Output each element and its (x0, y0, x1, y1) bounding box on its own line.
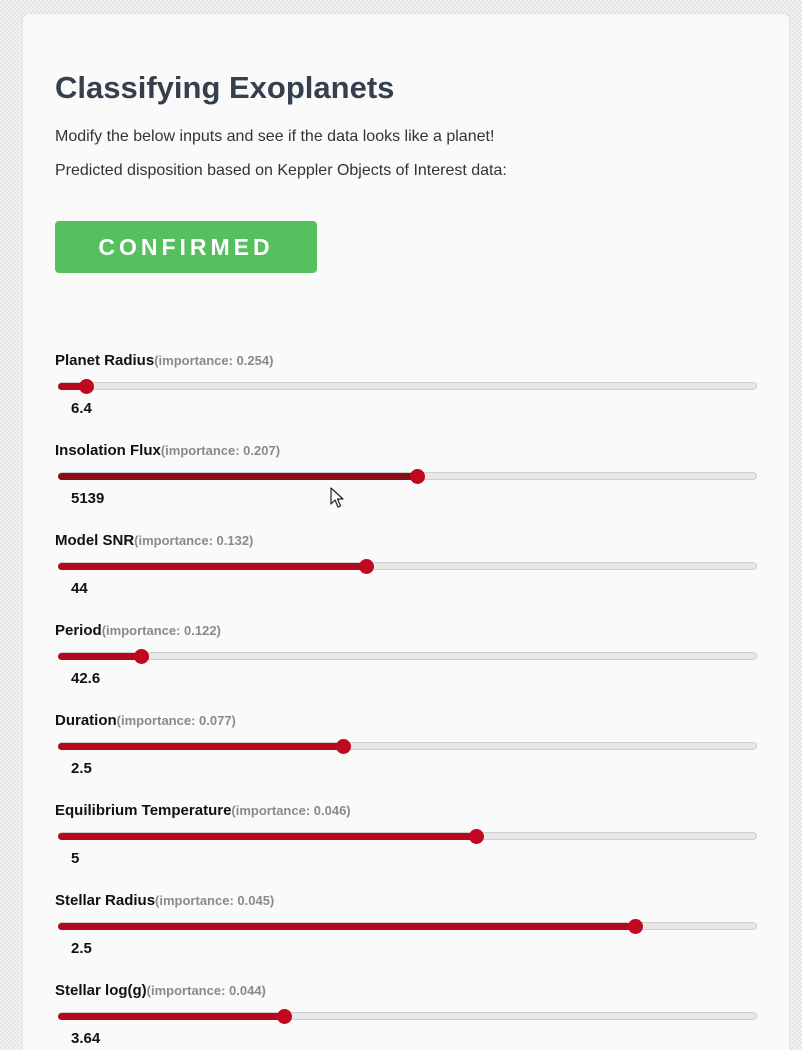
slider-value: 2.5 (71, 760, 92, 777)
slider-value: 2.5 (71, 940, 92, 957)
slider-fill (58, 833, 476, 840)
slider-field-equilibrium-temperature: Equilibrium Temperature(importance: 0.04… (55, 802, 759, 867)
slider-label: Planet Radius(importance: 0.254) (55, 352, 273, 369)
importance-text: (importance: 0.254) (154, 353, 274, 368)
slider-track[interactable] (58, 382, 757, 390)
importance-text: (importance: 0.132) (134, 533, 254, 548)
slider-fill (58, 653, 142, 660)
slider-label: Model SNR(importance: 0.132) (55, 532, 253, 549)
mouse-pointer-icon (330, 487, 344, 508)
slider-label-text: Insolation Flux (55, 442, 161, 459)
slider-field-period: Period(importance: 0.122) 42.6 (55, 622, 759, 687)
slider-value: 5 (71, 850, 80, 867)
intro-text: Modify the below inputs and see if the d… (55, 128, 495, 145)
slider-thumb[interactable] (78, 379, 94, 394)
slider-label-text: Planet Radius (55, 352, 155, 369)
slider-thumb[interactable] (276, 1009, 292, 1024)
slider-label: Stellar Radius(importance: 0.045) (55, 892, 274, 909)
slider-thumb[interactable] (628, 919, 644, 934)
slider-value: 5139 (71, 490, 105, 507)
prediction-caption: Predicted disposition based on Keppler O… (55, 162, 507, 179)
slider-fill (58, 1013, 284, 1020)
importance-text: (importance: 0.045) (155, 893, 275, 908)
slider-thumb[interactable] (336, 739, 352, 754)
slider-value: 44 (71, 580, 88, 597)
slider-fill (58, 473, 417, 480)
slider-label: Insolation Flux(importance: 0.207) (55, 442, 280, 459)
slider-field-duration: Duration(importance: 0.077) 2.5 (55, 712, 759, 777)
slider-field-insolation-flux: Insolation Flux(importance: 0.207) 5139 (55, 442, 759, 507)
slider-thumb[interactable] (469, 829, 484, 844)
slider-thumb[interactable] (409, 469, 425, 484)
slider-label-text: Stellar Radius (55, 892, 156, 909)
slider-fill (58, 563, 366, 570)
slider-label: Duration(importance: 0.077) (55, 712, 236, 729)
slider-label-text: Equilibrium Temperature (55, 802, 232, 819)
slider-label: Equilibrium Temperature(importance: 0.04… (55, 802, 351, 819)
slider-label-text: Model SNR (55, 532, 135, 549)
slider-label: Stellar log(g)(importance: 0.044) (55, 982, 266, 999)
slider-fill (58, 923, 636, 930)
slider-label: Period(importance: 0.122) (55, 622, 221, 639)
prediction-badge: CONFIRMED (55, 221, 317, 273)
importance-text: (importance: 0.046) (231, 803, 351, 818)
slider-thumb[interactable] (358, 559, 374, 574)
slider-label-text: Stellar log(g) (55, 982, 147, 999)
slider-value: 3.64 (71, 1030, 101, 1047)
slider-label-text: Duration (55, 712, 117, 729)
importance-text: (importance: 0.122) (101, 623, 221, 638)
importance-text: (importance: 0.207) (160, 443, 281, 458)
slider-fill (58, 743, 344, 750)
importance-text: (importance: 0.044) (146, 983, 266, 998)
slider-field-planet-radius: Planet Radius(importance: 0.254) 6.4 (55, 352, 759, 417)
slider-value: 6.4 (71, 400, 92, 417)
main-card: Classifying Exoplanets Modify the below … (23, 14, 789, 1050)
slider-thumb[interactable] (134, 649, 150, 664)
slider-field-stellar-logg: Stellar log(g)(importance: 0.044) 3.64 (55, 982, 759, 1047)
slider-track[interactable] (58, 652, 757, 660)
slider-field-stellar-radius: Stellar Radius(importance: 0.045) 2.5 (55, 892, 759, 957)
page-title: Classifying Exoplanets (55, 70, 395, 105)
slider-label-text: Period (55, 622, 102, 639)
slider-field-model-snr: Model SNR(importance: 0.132) 44 (55, 532, 759, 597)
slider-value: 42.6 (71, 670, 101, 687)
importance-text: (importance: 0.077) (116, 713, 236, 728)
